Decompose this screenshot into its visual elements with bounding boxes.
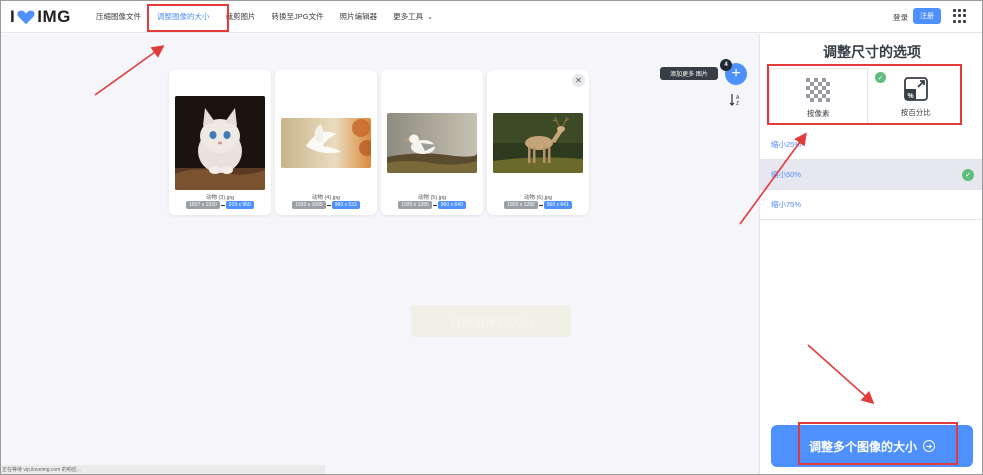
nav-photo-editor[interactable]: 照片编辑器 (332, 0, 386, 33)
file-count-badge: 4 (720, 59, 732, 71)
original-size: 1920 x 1280 (398, 201, 432, 209)
ghost-resize-button: 调整图像的大小 (411, 305, 571, 337)
file-name: 动物 (4).jpg (311, 195, 341, 201)
browser-status-bar: 正在等待 vip.iloveimg.com 的响应... (0, 465, 325, 475)
image-thumbnail-seagull (387, 113, 477, 173)
new-size: 960 x 640 (437, 201, 466, 209)
original-size: 1837 x 1920 (186, 201, 220, 209)
new-size: 960 x 533 (331, 201, 360, 209)
annotation-box-nav (147, 4, 229, 32)
main-nav: 压缩图像文件 调整图像的大小 裁剪图片 转换至JPG文件 照片编辑器 更多工具 … (88, 0, 441, 33)
annotation-box-button (798, 422, 958, 465)
image-thumbnail-deer (493, 113, 583, 173)
sort-az-icon[interactable]: AZ (728, 92, 744, 108)
dimension-badges: 1837 x 1920 919 x 960 (169, 201, 271, 209)
image-thumbnail-dove (281, 118, 371, 168)
nav-convert-jpg[interactable]: 转换至JPG文件 (264, 0, 332, 33)
arrow-icon (538, 204, 543, 206)
arrow-icon (326, 204, 331, 206)
add-more-tooltip: 添加更多 图片 (660, 67, 718, 80)
heart-icon (17, 10, 35, 25)
svg-text:Z: Z (736, 101, 739, 107)
signup-button[interactable]: 注册 (913, 8, 941, 24)
option-reduce-50[interactable]: 缩小50% ✓ (760, 160, 983, 190)
original-size: 1920 x 1282 (504, 201, 538, 209)
file-card[interactable]: ✕ 动物 (6).jpg 1920 x 1282 960 x 641 (487, 70, 589, 215)
dimension-badges: 1920 x 1065 960 x 533 (275, 201, 377, 209)
option-reduce-75[interactable]: 缩小75% (760, 190, 983, 220)
file-name: 动物 (5).jpg (417, 195, 447, 201)
sidebar-title: 调整尺寸的选项 (823, 44, 921, 60)
file-name: 动物 (3).jpg (205, 195, 235, 201)
nav-more-tools-label: 更多工具 (393, 12, 424, 21)
new-size: 919 x 960 (225, 201, 254, 209)
logo-text-img: IMG (37, 7, 71, 26)
original-size: 1920 x 1065 (292, 201, 326, 209)
nav-more-tools[interactable]: 更多工具 ⌄ (385, 0, 441, 33)
dimension-badges: 1920 x 1282 960 x 641 (487, 201, 589, 209)
arrow-icon (220, 204, 225, 206)
file-name: 动物 (6).jpg (523, 195, 553, 201)
login-link[interactable]: 登录 (893, 12, 908, 23)
arrow-icon (432, 204, 437, 206)
option-reduce-50-label: 缩小50% (771, 170, 802, 179)
iloveimg-logo[interactable]: I IMG (10, 7, 71, 26)
dimension-badges: 1920 x 1280 960 x 640 (381, 201, 483, 209)
chevron-down-icon: ⌄ (427, 13, 433, 21)
file-card[interactable]: 动物 (4).jpg 1920 x 1065 960 x 533 (275, 70, 377, 215)
option-reduce-25[interactable]: 缩小25% (760, 130, 983, 160)
new-size: 960 x 641 (543, 201, 572, 209)
apps-grid-icon[interactable] (953, 9, 967, 23)
nav-compress[interactable]: 压缩图像文件 (88, 0, 149, 33)
file-workspace: 动物 (3).jpg 1837 x 1920 919 x 960 动物 (4).… (0, 34, 759, 475)
logo-letter-i: I (10, 7, 16, 26)
check-icon: ✓ (962, 169, 974, 181)
image-thumbnail-kitten (175, 96, 265, 190)
annotation-box-mode (767, 64, 962, 125)
remove-file-close-icon[interactable]: ✕ (572, 74, 585, 87)
file-card[interactable]: 动物 (5).jpg 1920 x 1280 960 x 640 (381, 70, 483, 215)
file-card[interactable]: 动物 (3).jpg 1837 x 1920 919 x 960 (169, 70, 271, 215)
